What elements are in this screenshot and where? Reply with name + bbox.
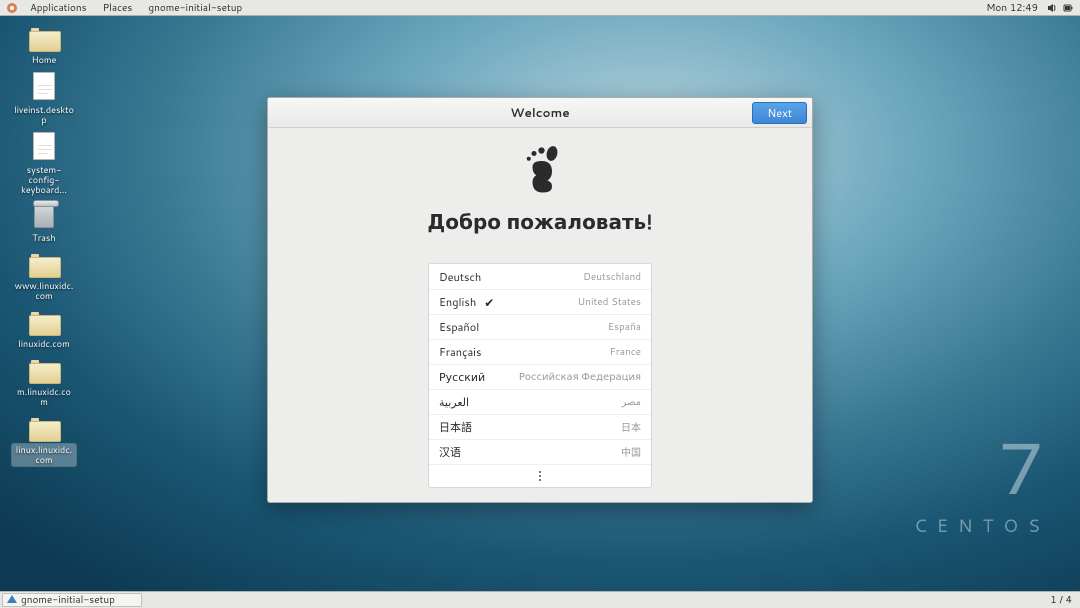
- desktop-icon-label: Home: [30, 54, 59, 66]
- dialog-body: Добро пожаловать! Deutsch Deutschland Engl…: [268, 128, 812, 502]
- language-row[interactable]: Deutsch Deutschland: [429, 264, 651, 289]
- language-row[interactable]: English ✔ United States: [429, 289, 651, 314]
- desktop-icon-label: system-config-keyboard...: [12, 164, 76, 196]
- language-row[interactable]: 汉语 中国: [429, 439, 651, 464]
- folder-icon: [29, 356, 59, 382]
- folder-icon: [29, 308, 59, 334]
- desktop-icon-label: linuxidc.com: [16, 338, 72, 350]
- top-panel: Applications Places gnome-initial-setup …: [0, 0, 1080, 16]
- desktop-icon-label: linux.linuxidc.com: [12, 444, 76, 466]
- trash-icon: [34, 202, 54, 228]
- language-country: Российская Федерация: [519, 370, 641, 384]
- places-menu[interactable]: Places: [95, 1, 141, 15]
- desktop-icon-label: m.linuxidc.com: [12, 386, 76, 408]
- dialog-header[interactable]: Welcome Next: [268, 98, 812, 128]
- initial-setup-window: Welcome Next Добро пожаловать! DeutschDe…: [267, 97, 813, 503]
- gnome-foot-icon: [516, 146, 564, 194]
- language-country: 日本: [621, 419, 641, 435]
- desktop-icon-label: www.linuxidc.com: [12, 280, 76, 302]
- desktop-icons: Home liveinst.desktop system-config-keyboa…: [12, 24, 76, 466]
- folder-icon: [29, 250, 59, 276]
- language-country: 中国: [621, 444, 641, 460]
- file-icon: [33, 72, 55, 100]
- desktop-icon[interactable]: linuxidc.com: [12, 308, 76, 350]
- language-name: 日本語: [439, 419, 472, 435]
- clock[interactable]: Mon 12:49: [978, 1, 1046, 15]
- desktop-icon[interactable]: Trash: [12, 202, 76, 244]
- check-icon: ✔: [484, 294, 494, 311]
- bottom-panel: gnome-initial-setup 1 / 4: [0, 591, 1080, 608]
- language-name: Русский: [439, 369, 485, 385]
- desktop-icon-label: Trash: [30, 232, 57, 244]
- desktop-icon[interactable]: liveinst.desktop: [12, 72, 76, 126]
- language-row[interactable]: Español España: [429, 314, 651, 339]
- volume-icon[interactable]: [1046, 2, 1058, 14]
- workspace-indicator[interactable]: 1 / 4: [1042, 593, 1080, 607]
- language-country: مصر: [621, 395, 641, 409]
- language-name: English: [439, 294, 476, 310]
- desktop-icon[interactable]: m.linuxidc.com: [12, 356, 76, 408]
- folder-icon: [29, 24, 59, 50]
- language-name: Français: [439, 344, 481, 360]
- language-row[interactable]: Русский Российская Федерация: [429, 364, 651, 389]
- desktop-icon[interactable]: linux.linuxidc.com: [12, 414, 76, 466]
- language-country: France: [610, 345, 641, 359]
- task-label: gnome-initial-setup: [21, 593, 115, 607]
- language-name: العربية: [439, 394, 469, 410]
- taskbar-task-gnome-initial-setup[interactable]: gnome-initial-setup: [2, 593, 142, 607]
- welcome-heading: Добро пожаловать!: [427, 208, 652, 236]
- activities-icon: [6, 2, 18, 14]
- dialog-title: Welcome: [510, 104, 569, 121]
- desktop-background: Applications Places gnome-initial-setup …: [0, 0, 1080, 608]
- centos-number: 7: [914, 416, 1050, 518]
- desktop-icon[interactable]: www.linuxidc.com: [12, 250, 76, 302]
- battery-icon[interactable]: [1062, 2, 1074, 14]
- language-row[interactable]: العربية مصر: [429, 389, 651, 414]
- language-name: Deutsch: [439, 269, 481, 285]
- applications-menu[interactable]: Applications: [22, 1, 95, 15]
- language-more-button[interactable]: [429, 464, 651, 487]
- app-icon: [7, 595, 17, 605]
- language-country: España: [608, 320, 641, 334]
- focused-app-menu[interactable]: gnome-initial-setup: [140, 1, 250, 15]
- language-row[interactable]: Français France: [429, 339, 651, 364]
- language-country: Deutschland: [583, 270, 641, 284]
- system-tray: [1046, 2, 1080, 14]
- centos-word: CENTOS: [914, 512, 1050, 538]
- folder-icon: [29, 414, 59, 440]
- language-list: DeutschDeutschlandEnglish✔United StatesE…: [428, 263, 652, 488]
- wallpaper-brand: 7 CENTOS: [914, 416, 1050, 538]
- language-country: United States: [577, 295, 641, 309]
- more-icon: [539, 471, 541, 481]
- file-icon: [33, 132, 55, 160]
- language-row[interactable]: 日本語 日本: [429, 414, 651, 439]
- language-name: 汉语: [439, 444, 461, 460]
- language-name: Español: [439, 319, 479, 335]
- desktop-icon-label: liveinst.desktop: [12, 104, 76, 126]
- desktop-icon[interactable]: Home: [12, 24, 76, 66]
- desktop-icon[interactable]: system-config-keyboard...: [12, 132, 76, 196]
- next-button[interactable]: Next: [752, 102, 807, 124]
